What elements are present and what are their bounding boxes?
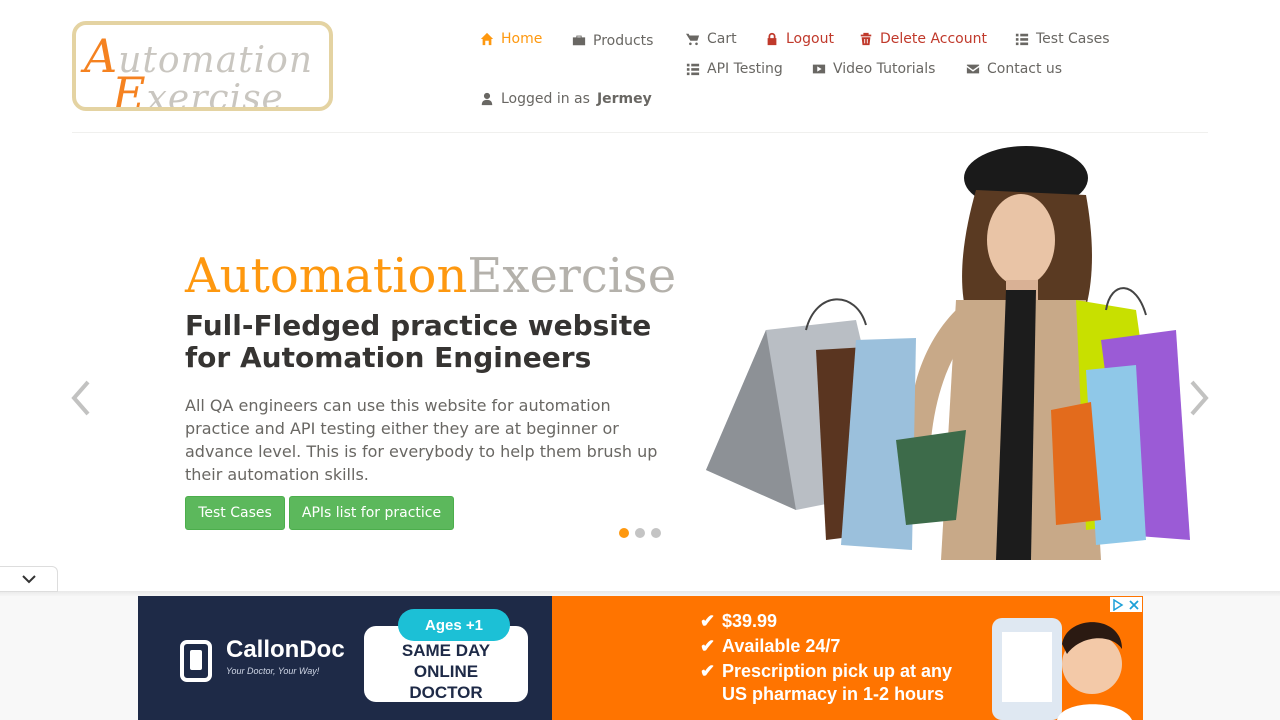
apis-list-button[interactable]: APIs list for practice — [289, 496, 454, 530]
nav-logout-label: Logout — [786, 31, 834, 47]
nav-products-label: Products — [593, 33, 654, 49]
ad-brand: CallonDoc — [226, 636, 345, 663]
ad-bullet-4: US pharmacy in 1-2 hours — [722, 684, 945, 704]
slider-description: All QA engineers can use this website fo… — [185, 396, 658, 484]
nav-delete-account[interactable]: Delete Account — [859, 31, 987, 47]
logged-in-prefix: Logged in as — [501, 91, 590, 107]
nav-home[interactable]: Home — [480, 31, 542, 47]
ad-tagline: Your Doctor, Your Way! — [226, 666, 320, 676]
hero-shopping-girl-image — [706, 146, 1190, 560]
ad-card-text: SAME DAY ONLINE DOCTOR — [401, 641, 491, 702]
slider-dot-1[interactable] — [619, 528, 629, 538]
ad-bullet-1: ✔ $39.99 — [700, 611, 778, 631]
logo-line-2: Exercise — [112, 67, 284, 111]
slider-dot-2[interactable] — [635, 528, 645, 538]
logged-in-status: Logged in as Jermey — [480, 91, 652, 107]
nav-api-testing-label: API Testing — [707, 61, 783, 77]
slider-headline: Full-Fledged practice website for Automa… — [185, 309, 652, 374]
ad-controls — [1110, 597, 1142, 612]
site-logo[interactable]: Automation Exercise — [72, 21, 333, 111]
slider-prev-button[interactable] — [70, 380, 94, 416]
lock-icon — [767, 32, 777, 46]
trash-icon — [860, 32, 872, 46]
briefcase-icon — [572, 35, 586, 46]
close-icon — [1129, 599, 1139, 610]
chevron-left-icon — [71, 380, 90, 416]
nav-video-tutorials-label: Video Tutorials — [833, 61, 936, 77]
ad-collapse-button[interactable] — [0, 566, 58, 592]
slider-indicators — [619, 528, 661, 538]
nav-contact-us[interactable]: Contact us — [966, 61, 1062, 77]
ad-close-button[interactable] — [1126, 597, 1142, 612]
nav-cart-label: Cart — [707, 31, 737, 47]
nav-home-label: Home — [501, 31, 543, 47]
user-icon — [481, 92, 493, 106]
callondoc-logo-icon — [180, 640, 212, 682]
envelope-icon — [966, 64, 980, 74]
home-icon — [480, 32, 494, 46]
nav-test-cases-label: Test Cases — [1036, 31, 1110, 47]
ad-age-pill: Ages +1 — [398, 609, 510, 641]
header-divider — [72, 132, 1208, 133]
ad-choices-button[interactable] — [1110, 597, 1126, 612]
ad-phone-doctor-illustration — [992, 618, 1132, 720]
list-icon — [1015, 33, 1029, 46]
nav-logout[interactable]: Logout — [765, 31, 834, 47]
test-cases-button[interactable]: Test Cases — [185, 496, 285, 530]
nav-video-tutorials[interactable]: Video Tutorials — [812, 61, 935, 77]
ad-bullet-3: ✔ Prescription pick up at any — [700, 661, 953, 681]
nav-delete-account-label: Delete Account — [880, 31, 987, 47]
advertisement-banner[interactable]: CallonDoc Your Doctor, Your Way! Ages +1… — [138, 596, 1143, 720]
ad-bullet-2: ✔ Available 24/7 — [700, 636, 841, 656]
nav-products[interactable]: Products — [572, 31, 653, 49]
nav-cart[interactable]: Cart — [686, 31, 737, 47]
logged-in-username: Jermey — [596, 91, 652, 107]
slider-dot-3[interactable] — [651, 528, 661, 538]
nav-api-testing[interactable]: API Testing — [686, 61, 783, 77]
youtube-play-icon — [812, 64, 826, 74]
adchoices-icon — [1113, 598, 1124, 611]
chevron-down-icon — [21, 575, 36, 584]
cart-icon — [686, 33, 700, 46]
nav-test-cases[interactable]: Test Cases — [1015, 31, 1110, 47]
nav-contact-us-label: Contact us — [987, 61, 1063, 77]
slider-brand-title: AutomationExercise — [185, 248, 677, 304]
ad-left-panel: CallonDoc Your Doctor, Your Way! Ages +1… — [138, 596, 552, 720]
list-icon — [686, 63, 700, 76]
